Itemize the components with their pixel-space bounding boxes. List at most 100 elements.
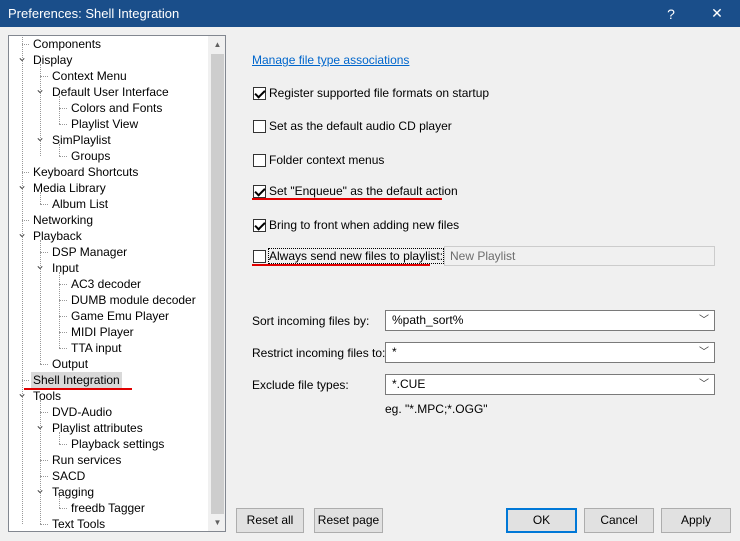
tree-item[interactable]: ⌄ SimPlaylist	[9, 131, 209, 148]
checkbox-send-to-playlist[interactable]: Always send new files to playlist:	[253, 248, 445, 264]
apply-button[interactable]: Apply	[661, 508, 731, 533]
tree-item-label: Game Emu Player	[71, 309, 170, 323]
exclude-combo[interactable]: *.CUE ﹀	[385, 374, 715, 395]
tree-item[interactable]: Colors and Fonts	[9, 100, 209, 116]
tree-connector	[22, 36, 23, 524]
tree-connector	[59, 432, 60, 444]
tree-item-label: Playlist View	[71, 117, 139, 131]
checkbox-bring-to-front[interactable]: Bring to front when adding new files	[253, 217, 459, 233]
tree-item[interactable]: Networking	[9, 212, 209, 228]
tree-connector	[22, 220, 29, 221]
manage-file-types-link[interactable]: Manage file type associations	[252, 53, 409, 67]
tree-item[interactable]: Groups	[9, 148, 209, 164]
checkbox-box[interactable]	[253, 249, 266, 263]
red-underline-annotation	[252, 264, 430, 266]
tree-item-label: Shell Integration	[31, 372, 122, 388]
tree-connector	[40, 524, 48, 525]
close-button[interactable]: ✕	[694, 0, 740, 27]
sort-value: %path_sort%	[392, 313, 464, 327]
tree-connector	[40, 76, 48, 77]
tree-connector	[40, 252, 48, 253]
restrict-value: *	[392, 345, 397, 359]
checkbox-enqueue-default[interactable]: Set "Enqueue" as the default action	[253, 183, 458, 199]
scroll-down-arrow-icon[interactable]: ▼	[209, 514, 225, 531]
checkbox-box[interactable]	[253, 153, 266, 167]
red-underline-annotation	[252, 198, 442, 200]
tree-connector	[40, 64, 41, 156]
reset-all-button[interactable]: Reset all	[236, 508, 304, 533]
help-button[interactable]: ?	[648, 0, 694, 27]
tree-connector	[59, 300, 67, 301]
tree-item-label: Components	[33, 37, 102, 51]
tree-connector	[59, 272, 60, 348]
checkbox-box[interactable]	[253, 119, 266, 133]
tree-item-label: Output	[52, 357, 89, 371]
tree-connector	[40, 240, 41, 364]
tree-item-label: Media Library	[33, 181, 106, 195]
tree-item[interactable]: ⌄ Playlist attributes	[9, 419, 209, 436]
tree-item[interactable]: Run services	[9, 452, 209, 468]
tree-item[interactable]: Game Emu Player	[9, 308, 209, 324]
tree-item[interactable]: ⌄ Playback	[9, 227, 209, 244]
tree-item-label: Playlist attributes	[52, 421, 143, 435]
tree-item[interactable]: TTA input	[9, 340, 209, 356]
scroll-thumb[interactable]	[211, 54, 224, 514]
tree-item-label: SACD	[52, 469, 86, 483]
cancel-button[interactable]: Cancel	[584, 508, 654, 533]
tree-connector	[59, 156, 67, 157]
tree-item-label: DUMB module decoder	[71, 293, 196, 307]
scroll-up-arrow-icon[interactable]: ▲	[209, 36, 225, 53]
tree-item-label: AC3 decoder	[71, 277, 142, 291]
checkbox-box[interactable]	[253, 184, 266, 198]
checkbox-default-cd-player[interactable]: Set as the default audio CD player	[253, 118, 452, 134]
checkbox-box[interactable]	[253, 86, 266, 100]
tree-connector	[22, 172, 29, 173]
checkbox-box[interactable]	[253, 218, 266, 232]
tree-item[interactable]: Keyboard Shortcuts	[9, 164, 209, 180]
reset-page-button[interactable]: Reset page	[314, 508, 383, 533]
preferences-tree[interactable]: Components ⌄ Display Context Menu ⌄ Default U…	[8, 35, 226, 532]
exclude-label: Exclude file types:	[252, 378, 349, 392]
tree-item[interactable]: Album List	[9, 196, 209, 212]
tree-connector	[59, 348, 67, 349]
tree-item[interactable]: ⌄ Default User Interface	[9, 83, 209, 100]
tree-item[interactable]: ⌄ Media Library	[9, 179, 209, 196]
tree-connector	[40, 364, 48, 365]
tree-connector	[59, 284, 67, 285]
chevron-down-icon[interactable]: ﹀	[699, 311, 709, 330]
tree-scrollbar[interactable]: ▲ ▼	[208, 36, 225, 531]
tree-connector	[22, 380, 29, 381]
checkbox-label: Set "Enqueue" as the default action	[269, 184, 458, 198]
playlist-name-input[interactable]: New Playlist	[444, 246, 715, 266]
checkbox-register-formats[interactable]: Register supported file formats on start…	[253, 85, 489, 101]
tree-item[interactable]: Playback settings	[9, 436, 209, 452]
tree-item[interactable]: Output	[9, 356, 209, 372]
tree-item-label: Input	[52, 261, 79, 275]
tree-item[interactable]: ⌄ Display	[9, 51, 209, 68]
tree-item[interactable]: DUMB module decoder	[9, 292, 209, 308]
tree-item[interactable]: Text Tools	[9, 516, 209, 531]
chevron-down-icon[interactable]: ﹀	[699, 375, 709, 394]
tree-item-label: DVD-Audio	[52, 405, 113, 419]
tree-item[interactable]: ⌄ Input	[9, 259, 209, 276]
tree-item-label: Text Tools	[52, 517, 106, 531]
tree-connector	[40, 192, 41, 204]
title-bar: Preferences: Shell Integration ? ✕	[0, 0, 740, 27]
tree-item-label: Groups	[71, 149, 111, 163]
tree-item-label: Album List	[52, 197, 109, 211]
checkbox-label: Folder context menus	[269, 153, 385, 167]
tree-item[interactable]: Components	[9, 36, 209, 52]
restrict-combo[interactable]: * ﹀	[385, 342, 715, 363]
chevron-down-icon[interactable]: ﹀	[699, 343, 709, 362]
checkbox-folder-context-menus[interactable]: Folder context menus	[253, 152, 384, 168]
sort-combo[interactable]: %path_sort% ﹀	[385, 310, 715, 331]
tree-connector	[59, 496, 60, 508]
ok-button[interactable]: OK	[506, 508, 577, 533]
tree-item[interactable]: ⌄ Tagging	[9, 483, 209, 500]
tree-item[interactable]: AC3 decoder	[9, 276, 209, 292]
tree-item[interactable]: freedb Tagger	[9, 500, 209, 516]
tree-item[interactable]: MIDI Player	[9, 324, 209, 340]
tree-item[interactable]: Shell Integration	[9, 372, 209, 390]
tree-item[interactable]: ⌄ Tools	[9, 387, 209, 404]
tree-connector	[59, 332, 67, 333]
